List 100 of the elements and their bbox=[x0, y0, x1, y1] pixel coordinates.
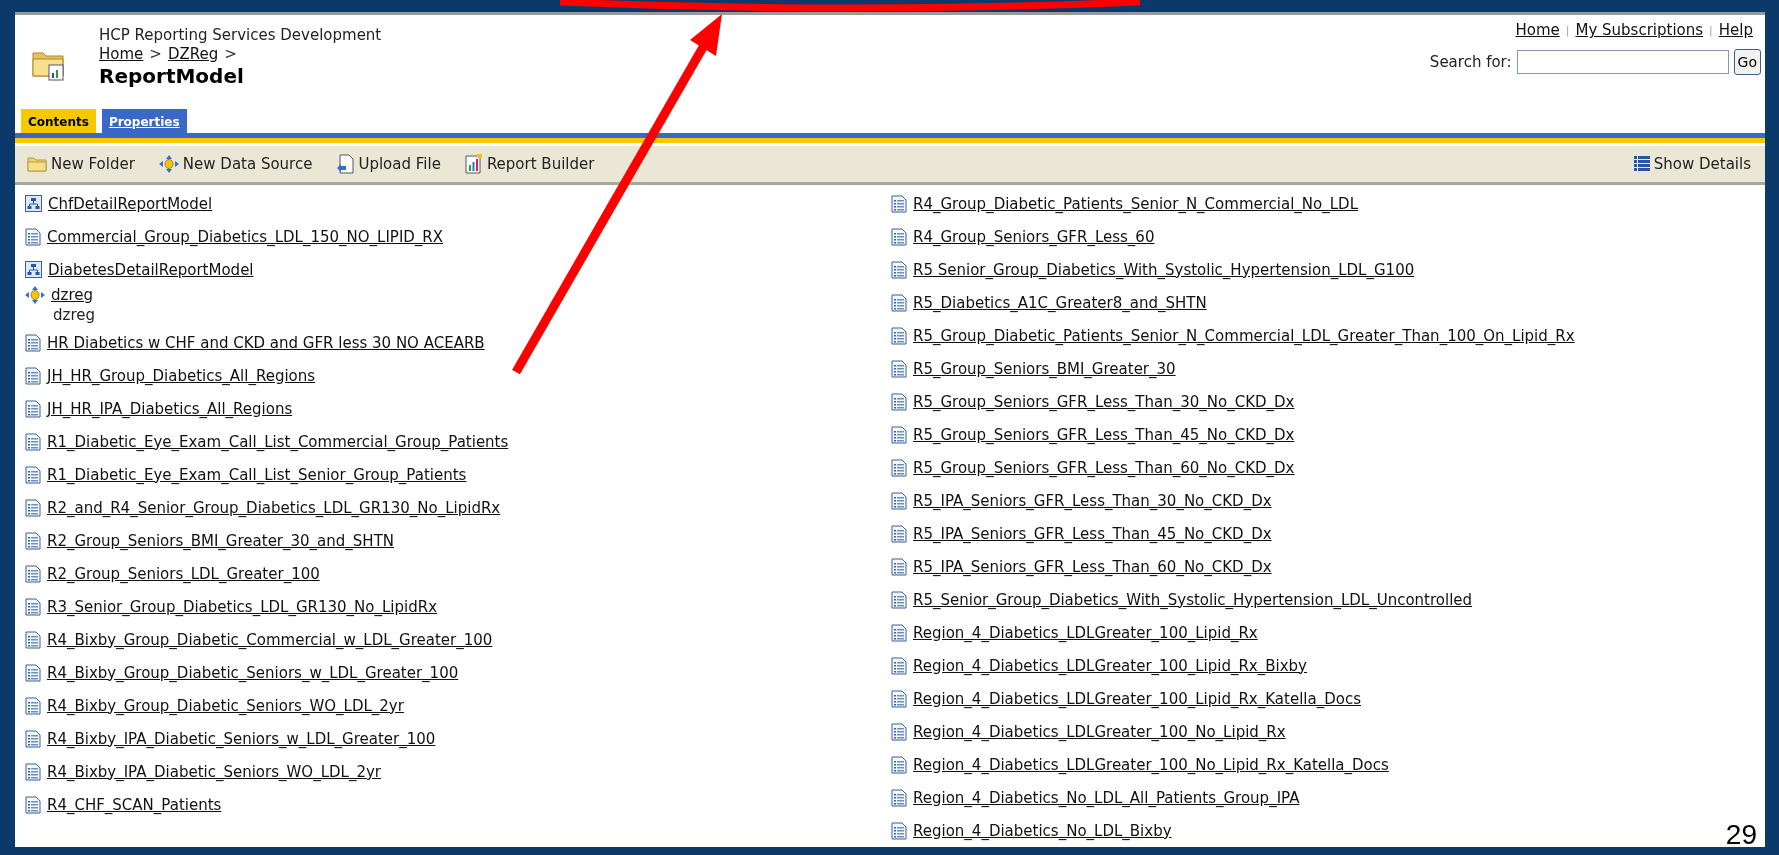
report-link[interactable]: R5_IPA_Seniors_GFR_Less_Than_45_No_CKD_Dx bbox=[913, 524, 1272, 543]
report-icon bbox=[891, 788, 907, 807]
report-icon bbox=[25, 663, 41, 682]
tab[interactable]: Contents bbox=[21, 108, 96, 133]
report-icon bbox=[891, 194, 907, 213]
report-icon bbox=[891, 524, 907, 543]
site-title: HCP Reporting Services Development bbox=[99, 25, 382, 45]
report-link[interactable]: R5_Group_Seniors_GFR_Less_Than_60_No_CKD_Dx bbox=[913, 458, 1295, 477]
report-link[interactable]: R2_and_R4_Senior_Group_Diabetics_LDL_GR130_No_LipidRx bbox=[47, 498, 501, 517]
report-icon bbox=[891, 590, 907, 609]
report-link[interactable]: R4_Bixby_Group_Diabetic_Seniors_w_LDL_Greater_100 bbox=[47, 663, 459, 682]
report-link[interactable]: R5_Group_Seniors_GFR_Less_Than_45_No_CKD_Dx bbox=[913, 425, 1295, 444]
toolbar-button[interactable]: Report Builder bbox=[464, 154, 595, 174]
header-link[interactable]: Help bbox=[1718, 21, 1753, 39]
report-icon bbox=[891, 623, 907, 642]
item-description: dzreg bbox=[52, 305, 96, 326]
report-link[interactable]: dzreg bbox=[51, 286, 93, 304]
report-link[interactable]: JH_HR_IPA_Diabetics_All_Regions bbox=[47, 399, 293, 418]
report-link[interactable]: Region_4_Diabetics_LDLGreater_100_Lipid_Rx_Bixby bbox=[913, 656, 1307, 675]
report-link[interactable]: Region_4_Diabetics_No_LDL_Bixby bbox=[913, 821, 1172, 840]
report-link[interactable]: R5_Group_Seniors_GFR_Less_Than_30_No_CKD_Dx bbox=[913, 392, 1295, 411]
breadcrumb-separator: > bbox=[149, 45, 162, 64]
report-link[interactable]: R1_Diabetic_Eye_Exam_Call_List_Commercial_Group_Patients bbox=[47, 432, 509, 451]
folder-icon bbox=[27, 155, 47, 173]
report-link[interactable]: Commercial_Group_Diabetics_LDL_150_NO_LIPID_RX bbox=[47, 227, 444, 246]
report-link[interactable]: ChfDetailReportModel bbox=[48, 194, 213, 213]
report-link[interactable]: R4_CHF_SCAN_Patients bbox=[47, 795, 222, 814]
report-icon bbox=[891, 293, 907, 312]
breadcrumb-separator: > bbox=[224, 45, 237, 64]
report-icon bbox=[25, 399, 41, 418]
report-icon bbox=[25, 564, 41, 583]
report-link[interactable]: R2_Group_Seniors_BMI_Greater_30_and_SHTN bbox=[47, 531, 395, 550]
report-link[interactable]: R5_Group_Seniors_BMI_Greater_30 bbox=[913, 359, 1176, 378]
report-icon bbox=[25, 366, 41, 385]
report-chart-icon bbox=[464, 154, 483, 174]
report-icon bbox=[891, 425, 907, 444]
slide-number: 29 bbox=[1725, 819, 1757, 851]
report-link[interactable]: DiabetesDetailReportModel bbox=[48, 260, 254, 279]
grid-list-icon bbox=[1633, 156, 1650, 172]
report-link[interactable]: R2_Group_Seniors_LDL_Greater_100 bbox=[47, 564, 320, 583]
report-icon bbox=[25, 333, 41, 352]
report-link[interactable]: R4_Bixby_Group_Diabetic_Commercial_w_LDL_Greater_100 bbox=[47, 630, 493, 649]
report-icon bbox=[891, 227, 907, 246]
report-icon bbox=[25, 498, 41, 517]
report-link[interactable]: R4_Group_Diabetic_Patients_Senior_N_Commercial_No_LDL bbox=[913, 194, 1358, 213]
show-details-button[interactable]: Show Details bbox=[1633, 155, 1751, 173]
report-icon bbox=[891, 260, 907, 279]
go-button[interactable]: Go bbox=[1733, 49, 1761, 75]
report-link[interactable]: R5_Diabetics_A1C_Greater8_and_SHTN bbox=[913, 293, 1207, 312]
report-icon bbox=[891, 458, 907, 477]
four-arrows-icon bbox=[25, 286, 45, 304]
report-link[interactable]: R1_Diabetic_Eye_Exam_Call_List_Senior_Group_Patients bbox=[47, 465, 467, 484]
report-icon bbox=[891, 557, 907, 576]
tree-diagram-icon bbox=[25, 195, 42, 212]
four-arrows-icon bbox=[158, 155, 179, 173]
report-link[interactable]: R4_Group_Seniors_GFR_Less_60 bbox=[913, 227, 1155, 246]
tree-diagram-icon bbox=[25, 261, 42, 278]
toolbar-button[interactable]: New Folder bbox=[27, 155, 135, 173]
report-icon bbox=[891, 656, 907, 675]
report-link[interactable]: R5_IPA_Seniors_GFR_Less_Than_30_No_CKD_Dx bbox=[913, 491, 1272, 510]
document-arrow-icon bbox=[336, 154, 355, 174]
report-icon bbox=[25, 696, 41, 715]
report-link[interactable]: R4_Bixby_Group_Diabetic_Seniors_WO_LDL_2yr bbox=[47, 696, 404, 715]
report-icon bbox=[891, 755, 907, 774]
report-link[interactable]: R4_Bixby_IPA_Diabetic_Seniors_w_LDL_Greater_100 bbox=[47, 729, 436, 748]
link-separator: | bbox=[1709, 23, 1713, 37]
report-icon bbox=[25, 630, 41, 649]
report-icon bbox=[891, 359, 907, 378]
header-link[interactable]: My Subscriptions bbox=[1575, 21, 1704, 39]
toolbar-button[interactable]: New Data Source bbox=[158, 155, 313, 173]
search-label: Search for: bbox=[1429, 53, 1512, 71]
report-link[interactable]: JH_HR_Group_Diabetics_All_Regions bbox=[47, 366, 316, 385]
report-link[interactable]: Region_4_Diabetics_LDLGreater_100_Lipid_Rx_Katella_Docs bbox=[913, 689, 1361, 708]
report-icon bbox=[25, 531, 41, 550]
report-link[interactable]: R3_Senior_Group_Diabetics_LDL_GR130_No_LipidRx bbox=[47, 597, 438, 616]
report-link[interactable]: R5_IPA_Seniors_GFR_Less_Than_60_No_CKD_Dx bbox=[913, 557, 1272, 576]
report-link[interactable]: R5_Senior_Group_Diabetics_With_Systolic_Hypertension_LDL_Uncontrolled bbox=[913, 590, 1473, 609]
report-icon bbox=[891, 491, 907, 510]
report-link[interactable]: HR Diabetics w CHF and CKD and GFR less 30 NO ACEARB bbox=[47, 333, 485, 352]
report-icon bbox=[25, 227, 41, 246]
report-link[interactable]: R4_Bixby_IPA_Diabetic_Seniors_WO_LDL_2yr bbox=[47, 762, 381, 781]
report-link[interactable]: R5 Senior_Group_Diabetics_With_Systolic_Hypertension_LDL_G100 bbox=[913, 260, 1415, 279]
report-link[interactable]: Region_4_Diabetics_LDLGreater_100_No_Lipid_Rx_Katella_Docs bbox=[913, 755, 1389, 774]
breadcrumb-link[interactable]: Home bbox=[99, 45, 144, 64]
report-link[interactable]: Region_4_Diabetics_LDLGreater_100_Lipid_Rx bbox=[913, 623, 1258, 642]
report-link[interactable]: Region_4_Diabetics_LDLGreater_100_No_Lipid_Rx bbox=[913, 722, 1286, 741]
report-icon bbox=[891, 392, 907, 411]
tab[interactable]: Properties bbox=[101, 108, 187, 133]
breadcrumb-link[interactable]: DZReg bbox=[167, 45, 219, 64]
toolbar-button[interactable]: Upload File bbox=[336, 154, 441, 174]
report-icon bbox=[891, 722, 907, 741]
header-link[interactable]: Home bbox=[1515, 21, 1560, 39]
report-icon bbox=[25, 432, 41, 451]
report-icon bbox=[25, 795, 41, 814]
link-separator: | bbox=[1565, 23, 1570, 37]
search-field[interactable] bbox=[1516, 50, 1729, 74]
report-link[interactable]: Region_4_Diabetics_No_LDL_All_Patients_Group_IPA bbox=[913, 788, 1300, 807]
report-link[interactable]: R5_Group_Diabetic_Patients_Senior_N_Commercial_LDL_Greater_Than_100_On_Lipid_Rx bbox=[913, 326, 1575, 345]
report-icon bbox=[25, 762, 41, 781]
report-icon bbox=[891, 326, 907, 345]
